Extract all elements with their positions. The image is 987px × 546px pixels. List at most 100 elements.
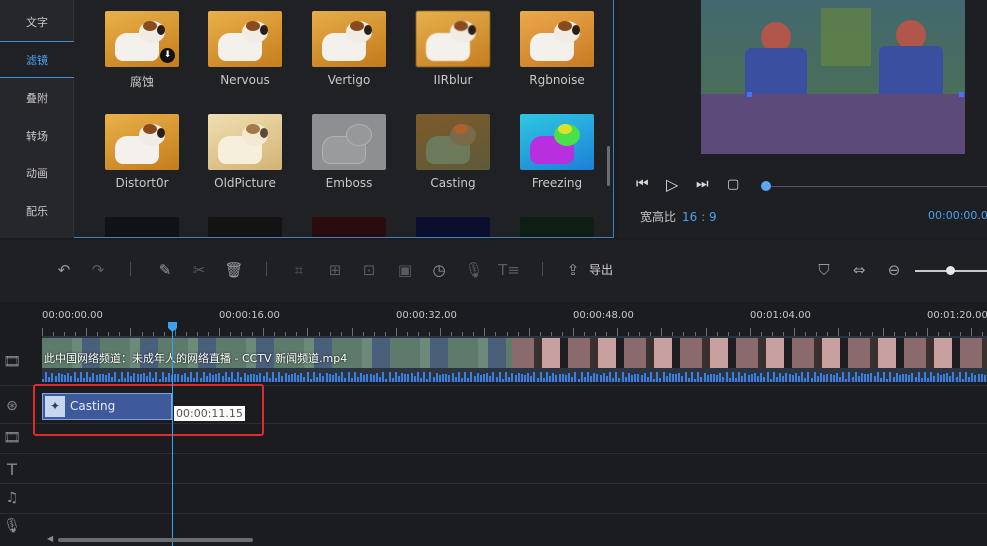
microphone-icon[interactable]: 🎙 — [463, 260, 485, 280]
waveform-bar — [936, 373, 939, 382]
waveform-bar — [807, 372, 810, 382]
sidebar-item-text[interactable]: 文字 — [0, 3, 74, 40]
waveform-bar — [905, 373, 908, 382]
filter-thumbnail[interactable] — [416, 217, 490, 237]
waveform-bar — [300, 372, 303, 382]
waveform-bar — [933, 376, 936, 382]
filter-thumbnail[interactable] — [520, 217, 594, 237]
waveform-bar — [961, 378, 964, 382]
edit-pencil-icon[interactable]: ✎ — [154, 260, 176, 280]
waveform-bar — [309, 378, 312, 382]
export-button[interactable]: 导出 — [589, 261, 613, 278]
filter-label: Vertigo — [327, 73, 371, 87]
toolbar-divider — [266, 262, 267, 276]
filter-panel: ⬇ 腐蚀 Nervous Vertigo IIRblur Rgbnoise Di… — [74, 0, 614, 238]
ruler-tick — [395, 328, 397, 336]
waveform-bar — [290, 374, 293, 382]
freeze-frame-icon[interactable]: ▣ — [394, 260, 416, 280]
waveform-bar — [79, 372, 82, 382]
waveform-bar — [60, 374, 63, 382]
playhead[interactable] — [172, 324, 173, 546]
waveform-bar — [190, 372, 193, 382]
waveform-bar — [423, 372, 426, 382]
delete-icon[interactable]: 🗑 — [223, 260, 245, 280]
waveform-bar — [325, 373, 328, 382]
zoom-slider-handle[interactable] — [946, 266, 955, 275]
waveform-bar — [294, 373, 296, 382]
redo-icon[interactable]: ↷ — [87, 260, 109, 280]
waveform-bar — [161, 372, 164, 382]
waveform-bar — [813, 372, 816, 382]
waveform-bar — [186, 376, 189, 382]
waveform-bar — [753, 373, 756, 382]
waveform-bar — [687, 377, 690, 382]
waveform-bar — [404, 374, 407, 382]
stop-icon[interactable]: ▢ — [727, 177, 739, 192]
waveform-bar — [731, 372, 734, 382]
waveform-bar — [67, 373, 70, 382]
text-to-speech-icon[interactable]: T≡ — [498, 260, 520, 280]
video-clip[interactable]: 此中国网络频道：未成年人的网络直播 - CCTV 新闻频道.mp4 — [42, 336, 987, 382]
waveform-bar — [54, 375, 57, 382]
waveform-bar — [174, 373, 177, 382]
waveform-bar — [618, 378, 621, 382]
preview-progress-handle[interactable] — [761, 181, 771, 191]
waveform-bar — [857, 375, 860, 382]
waveform-bar — [681, 375, 684, 382]
export-icon[interactable]: ⇪ — [562, 260, 584, 280]
waveform-bar — [810, 378, 813, 382]
ruler-tick — [838, 328, 840, 336]
download-icon[interactable]: ⬇ — [160, 48, 175, 63]
marker-icon[interactable]: ⛉ — [813, 260, 835, 280]
speed-icon[interactable]: ◷ — [428, 260, 450, 280]
waveform-bar — [451, 372, 454, 382]
waveform-bar — [722, 376, 725, 382]
sidebar-item-music[interactable]: 配乐 — [0, 192, 74, 229]
filter-thumbnail[interactable] — [312, 217, 386, 237]
waveform-bar — [426, 378, 429, 382]
waveform-bar — [322, 375, 325, 382]
aspect-ratio[interactable]: 宽高比 16 : 9 — [640, 208, 717, 225]
timeline-ruler[interactable] — [40, 326, 987, 336]
scroll-left-icon[interactable]: ◀ — [47, 534, 53, 543]
waveform-bar — [139, 374, 142, 382]
preview-progress-track[interactable] — [768, 186, 987, 187]
zoom-out-icon[interactable]: ⊖ — [883, 260, 905, 280]
timeline-scrollbar[interactable] — [58, 538, 253, 542]
crop-icon[interactable]: ⌗ — [288, 260, 310, 280]
filter-thumbnail — [208, 11, 282, 67]
fit-timeline-icon[interactable]: ⇔ — [848, 260, 870, 280]
filter-thumbnail[interactable] — [105, 217, 179, 237]
ruler-label: 00:01:04.00 — [750, 310, 811, 321]
waveform-bar — [791, 374, 794, 382]
waveform-bar — [117, 378, 120, 382]
waveform-bar — [599, 374, 602, 382]
undo-icon[interactable]: ↶ — [53, 260, 75, 280]
waveform-bar — [275, 378, 278, 382]
ruler-tick — [528, 328, 530, 336]
waveform-bar — [665, 375, 668, 382]
sidebar-item-overlay[interactable]: 叠附 — [0, 79, 74, 116]
sidebar-item-transitions[interactable]: 转场 — [0, 117, 74, 154]
waveform-bar — [908, 375, 911, 382]
sidebar-item-animation[interactable]: 动画 — [0, 154, 74, 191]
waveform-bar — [394, 372, 397, 382]
resize-icon[interactable]: ⊞ — [324, 260, 346, 280]
sidebar-item-filters[interactable]: 滤镜 — [0, 41, 74, 78]
cut-icon[interactable]: ✂ — [188, 260, 210, 280]
waveform-bar — [164, 376, 167, 382]
ruler-label: 00:00:48.00 — [573, 310, 634, 321]
waveform-bar — [501, 378, 504, 382]
ruler-label: 00:00:16.00 — [219, 310, 280, 321]
mosaic-icon[interactable]: ⊡ — [358, 260, 380, 280]
filter-scrollbar[interactable] — [607, 146, 610, 186]
waveform-bar — [407, 374, 410, 382]
waveform-bar — [892, 376, 895, 382]
play-icon[interactable]: ▷ — [666, 175, 678, 194]
filter-thumbnail[interactable] — [208, 217, 282, 237]
filter-label: Freezing — [531, 176, 583, 190]
next-frame-icon[interactable]: ⏭ — [696, 176, 709, 192]
ruler-label: 00:00:00.00 — [42, 310, 103, 321]
prev-frame-icon[interactable]: ⏮ — [636, 176, 649, 192]
waveform-bar — [95, 374, 98, 382]
